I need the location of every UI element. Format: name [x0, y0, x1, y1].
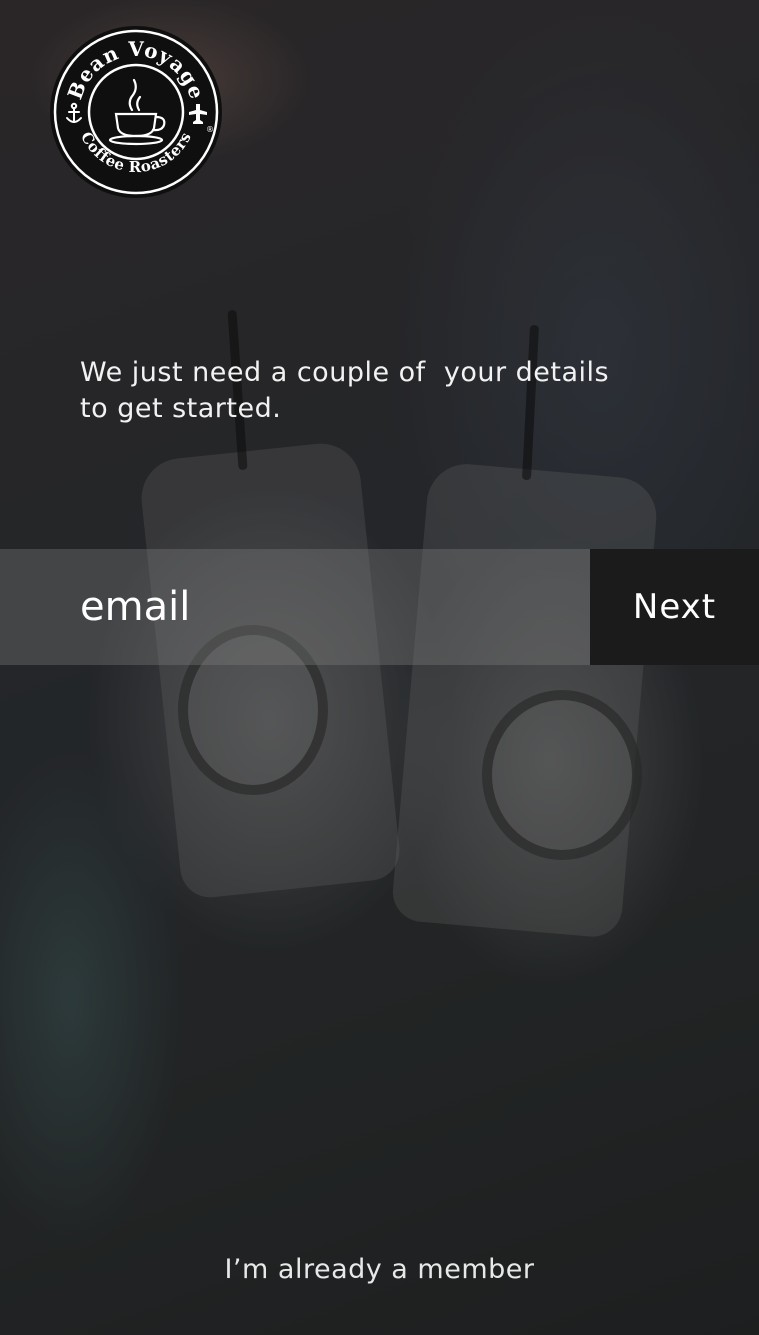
email-field-container [0, 549, 590, 665]
already-member-link[interactable]: I’m already a member [0, 1250, 759, 1290]
background-dim-overlay [0, 0, 759, 1335]
next-button[interactable]: Next [590, 549, 759, 665]
signup-row: Next [0, 549, 759, 665]
intro-text: We just need a couple of your details to … [80, 355, 700, 427]
registered-mark: ® [206, 125, 214, 134]
bean-voyage-logo: Bean Voyage Coffee Roasters ® [50, 26, 222, 198]
intro-line-2: to get started. [80, 393, 282, 424]
intro-line-1: We just need a couple of your details [80, 357, 610, 388]
email-field[interactable] [80, 584, 560, 630]
